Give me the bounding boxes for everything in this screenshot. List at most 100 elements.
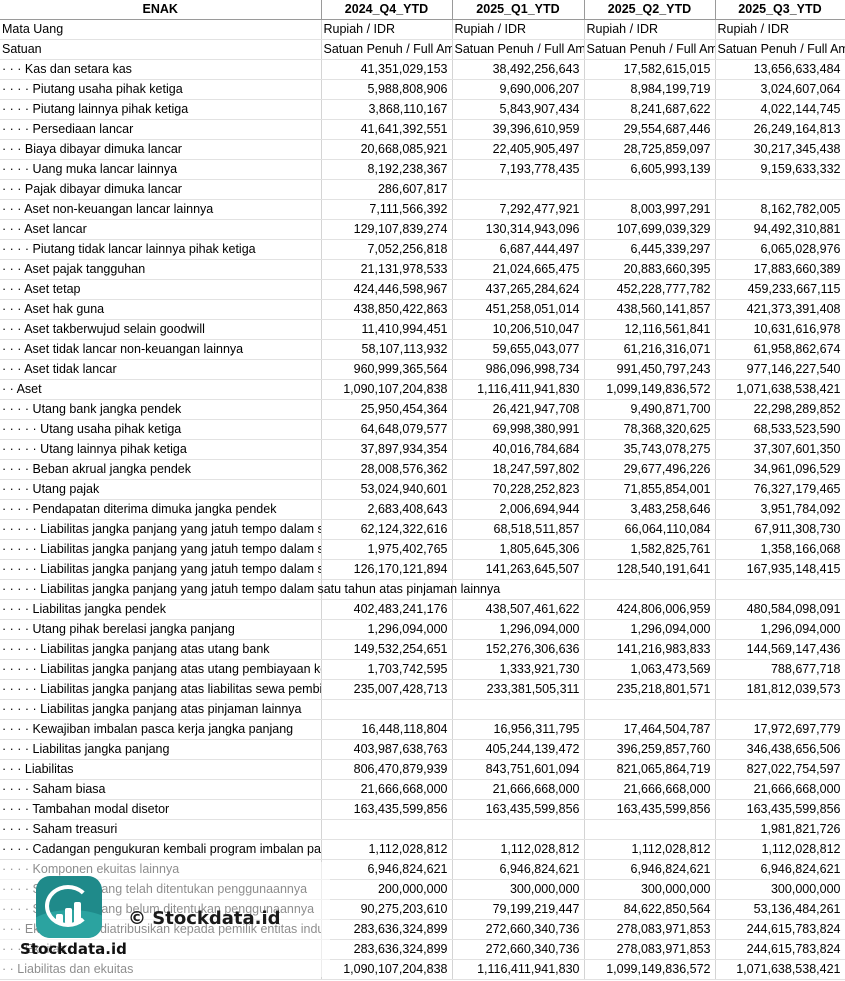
- value-cell[interactable]: 128,540,191,641: [584, 559, 716, 580]
- value-cell[interactable]: 26,421,947,708: [452, 399, 585, 420]
- row-label[interactable]: · · · Aset tetap: [0, 279, 322, 300]
- value-cell[interactable]: [321, 699, 453, 720]
- value-cell[interactable]: 130,314,943,096: [452, 219, 585, 240]
- value-cell[interactable]: 977,146,227,540: [715, 359, 845, 380]
- value-cell[interactable]: 17,464,504,787: [584, 719, 716, 740]
- value-cell[interactable]: 126,170,121,894: [321, 559, 453, 580]
- value-cell[interactable]: 10,206,510,047: [452, 319, 585, 340]
- row-label[interactable]: · · Aset: [0, 379, 322, 400]
- row-label[interactable]: · · · Liabilitas: [0, 759, 322, 780]
- value-cell[interactable]: 1,071,638,538,421: [715, 959, 845, 980]
- value-cell[interactable]: 7,052,256,818: [321, 239, 453, 260]
- value-cell[interactable]: 6,946,824,621: [321, 859, 453, 880]
- value-cell[interactable]: 403,987,638,763: [321, 739, 453, 760]
- value-cell[interactable]: 437,265,284,624: [452, 279, 585, 300]
- value-cell[interactable]: 1,071,638,538,421: [715, 379, 845, 400]
- value-cell[interactable]: 1,099,149,836,572: [584, 959, 716, 980]
- value-cell[interactable]: 84,622,850,564: [584, 899, 716, 920]
- header-period[interactable]: 2024_Q4_YTD: [321, 0, 453, 20]
- value-cell[interactable]: 107,699,039,329: [584, 219, 716, 240]
- value-cell[interactable]: 821,065,864,719: [584, 759, 716, 780]
- value-cell[interactable]: 1,358,166,068: [715, 539, 845, 560]
- value-cell[interactable]: 7,111,566,392: [321, 199, 453, 220]
- value-cell[interactable]: 459,233,667,115: [715, 279, 845, 300]
- value-cell[interactable]: 451,258,051,014: [452, 299, 585, 320]
- value-cell[interactable]: 286,607,817: [321, 179, 453, 200]
- row-label[interactable]: · · · · Saham treasuri: [0, 819, 322, 840]
- value-cell[interactable]: 21,024,665,475: [452, 259, 585, 280]
- value-cell[interactable]: 200,000,000: [321, 879, 453, 900]
- header-period[interactable]: 2025_Q2_YTD: [584, 0, 716, 20]
- value-cell[interactable]: 6,605,993,139: [584, 159, 716, 180]
- value-cell[interactable]: 40,016,784,684: [452, 439, 585, 460]
- value-cell[interactable]: 960,999,365,564: [321, 359, 453, 380]
- value-cell[interactable]: 53,136,484,261: [715, 899, 845, 920]
- value-cell[interactable]: 26,249,164,813: [715, 119, 845, 140]
- meta-cell[interactable]: Rupiah / IDR: [452, 19, 585, 40]
- value-cell[interactable]: 29,677,496,226: [584, 459, 716, 480]
- value-cell[interactable]: 6,946,824,621: [715, 859, 845, 880]
- value-cell[interactable]: 66,064,110,084: [584, 519, 716, 540]
- value-cell[interactable]: 278,083,971,853: [584, 939, 716, 960]
- row-label[interactable]: · · · · Liabilitas jangka panjang: [0, 739, 322, 760]
- value-cell[interactable]: 278,083,971,853: [584, 919, 716, 940]
- value-cell[interactable]: [452, 699, 585, 720]
- value-cell[interactable]: 1,116,411,941,830: [452, 959, 585, 980]
- value-cell[interactable]: 34,961,096,529: [715, 459, 845, 480]
- value-cell[interactable]: 3,483,258,646: [584, 499, 716, 520]
- row-label[interactable]: · · · · Utang pajak: [0, 479, 322, 500]
- row-label[interactable]: · · · · · Liabilitas jangka panjang atas…: [0, 659, 322, 680]
- value-cell[interactable]: 235,218,801,571: [584, 679, 716, 700]
- row-label[interactable]: · · · · Kewajiban imbalan pasca kerja ja…: [0, 719, 322, 740]
- value-cell[interactable]: 1,116,411,941,830: [452, 379, 585, 400]
- value-cell[interactable]: 9,490,871,700: [584, 399, 716, 420]
- value-cell[interactable]: 6,687,444,497: [452, 239, 585, 260]
- value-cell[interactable]: 346,438,656,506: [715, 739, 845, 760]
- value-cell[interactable]: 244,615,783,824: [715, 919, 845, 940]
- value-cell[interactable]: 1,112,028,812: [321, 839, 453, 860]
- meta-cell[interactable]: Rupiah / IDR: [321, 19, 453, 40]
- row-label[interactable]: · · · · · Liabilitas jangka panjang yang…: [0, 559, 322, 580]
- value-cell[interactable]: 181,812,039,573: [715, 679, 845, 700]
- value-cell[interactable]: 827,022,754,597: [715, 759, 845, 780]
- row-label[interactable]: · · · Biaya dibayar dimuka lancar: [0, 139, 322, 160]
- value-cell[interactable]: 2,006,694,944: [452, 499, 585, 520]
- value-cell[interactable]: 1,975,402,765: [321, 539, 453, 560]
- value-cell[interactable]: 59,655,043,077: [452, 339, 585, 360]
- value-cell[interactable]: 1,090,107,204,838: [321, 379, 453, 400]
- value-cell[interactable]: 1,703,742,595: [321, 659, 453, 680]
- value-cell[interactable]: 806,470,879,939: [321, 759, 453, 780]
- header-period[interactable]: 2025_Q3_YTD: [715, 0, 845, 20]
- value-cell[interactable]: 283,636,324,899: [321, 939, 453, 960]
- row-label[interactable]: · · · · · Liabilitas jangka panjang atas…: [0, 699, 322, 720]
- value-cell[interactable]: 480,584,098,091: [715, 599, 845, 620]
- header-label[interactable]: ENAK: [0, 0, 322, 20]
- value-cell[interactable]: 141,263,645,507: [452, 559, 585, 580]
- value-cell[interactable]: 163,435,599,856: [321, 799, 453, 820]
- value-cell[interactable]: 37,307,601,350: [715, 439, 845, 460]
- value-cell[interactable]: 244,615,783,824: [715, 939, 845, 960]
- value-cell[interactable]: 233,381,505,311: [452, 679, 585, 700]
- value-cell[interactable]: 38,492,256,643: [452, 59, 585, 80]
- value-cell[interactable]: [584, 699, 716, 720]
- value-cell[interactable]: 421,373,391,408: [715, 299, 845, 320]
- row-label[interactable]: · · · Aset lancar: [0, 219, 322, 240]
- value-cell[interactable]: 424,446,598,967: [321, 279, 453, 300]
- value-cell[interactable]: 152,276,306,636: [452, 639, 585, 660]
- value-cell[interactable]: 283,636,324,899: [321, 919, 453, 940]
- value-cell[interactable]: 438,850,422,863: [321, 299, 453, 320]
- value-cell[interactable]: 68,533,523,590: [715, 419, 845, 440]
- value-cell[interactable]: 843,751,601,094: [452, 759, 585, 780]
- value-cell[interactable]: 41,641,392,551: [321, 119, 453, 140]
- value-cell[interactable]: 64,648,079,577: [321, 419, 453, 440]
- value-cell[interactable]: 991,450,797,243: [584, 359, 716, 380]
- meta-cell[interactable]: Satuan Penuh / Full Amount: [452, 39, 585, 60]
- value-cell[interactable]: 3,868,110,167: [321, 99, 453, 120]
- row-label[interactable]: · · · Aset takberwujud selain goodwill: [0, 319, 322, 340]
- value-cell[interactable]: 300,000,000: [715, 879, 845, 900]
- value-cell[interactable]: [452, 179, 585, 200]
- value-cell[interactable]: 5,843,907,434: [452, 99, 585, 120]
- row-label[interactable]: Mata Uang: [0, 19, 322, 40]
- row-label[interactable]: · · · · · Liabilitas jangka panjang atas…: [0, 679, 322, 700]
- value-cell[interactable]: 37,897,934,354: [321, 439, 453, 460]
